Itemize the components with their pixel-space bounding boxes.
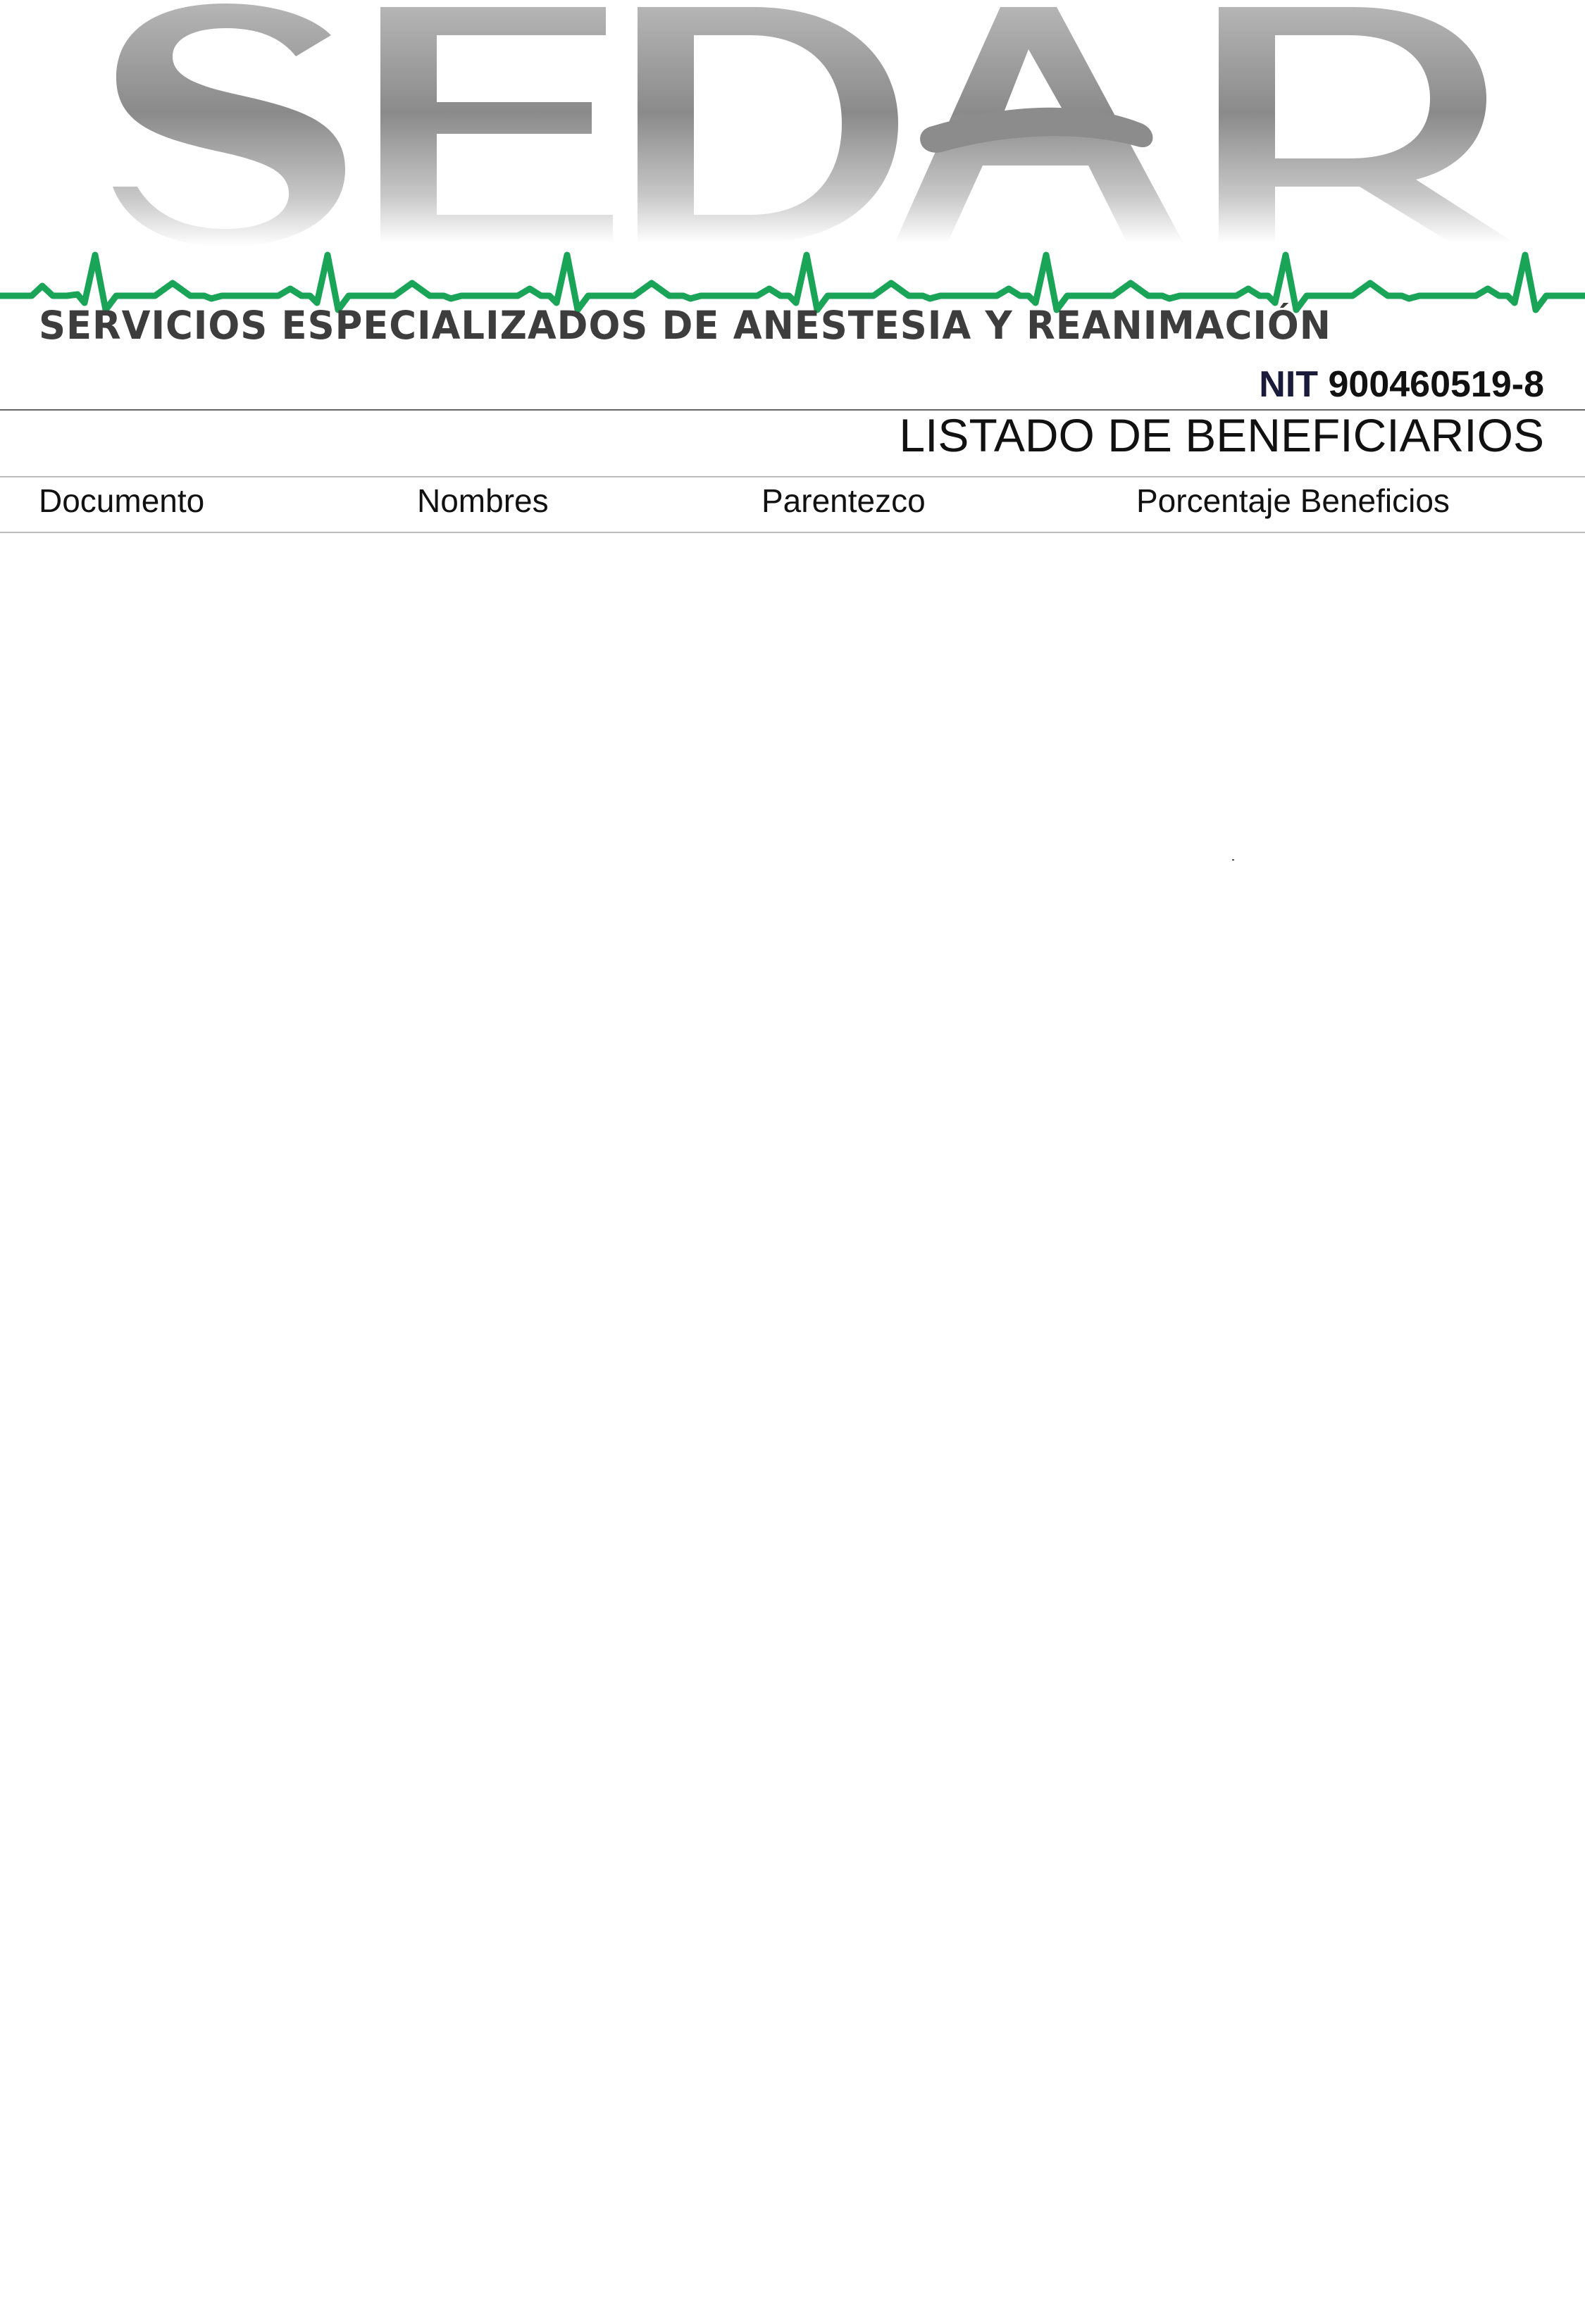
nit-number: 900460519-8 [1328,364,1544,405]
stray-mark [1232,859,1234,861]
table-header-top-rule [0,476,1585,477]
logo-letter-e [380,7,613,243]
logo-letter-s [113,4,345,246]
nit-label: NIT [1259,364,1319,405]
column-header-nombres: Nombres [417,482,549,519]
table-header-bottom-rule [0,532,1585,533]
document-title: LISTADO DE BENEFICIARIOS [899,409,1544,461]
logo-letter-d [638,7,898,243]
beneficiaries-table-body [0,534,1585,2294]
nit-line: NIT 900460519-8 [1259,366,1544,403]
column-header-parentezco: Parentezco [762,482,926,519]
ecg-line [0,251,1585,313]
sedar-wordmark-graphic [0,4,1585,313]
logo-letter-r [1219,7,1515,243]
document-page: SERVICIOS ESPECIALIZADOS DE ANESTESIA Y … [0,0,1585,2324]
company-name: SERVICIOS ESPECIALIZADOS DE ANESTESIA Y … [39,303,1331,348]
sedar-logo: SERVICIOS ESPECIALIZADOS DE ANESTESIA Y … [0,0,1585,345]
column-header-documento: Documento [39,482,205,519]
column-header-porcentaje-beneficios: Porcentaje Beneficios [1136,482,1450,519]
